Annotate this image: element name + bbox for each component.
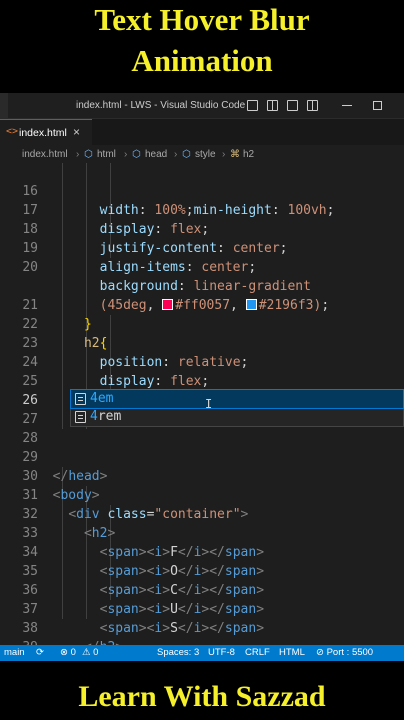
code-line: 23 position: relative; [22, 336, 249, 370]
status-port[interactable]: ⊘ Port : 5500 [316, 647, 373, 658]
banner-title-line1: Text Hover Blur [94, 2, 310, 37]
code-line: 29 </head> [22, 450, 108, 484]
suggestion-item-4rem[interactable]: 4rem [71, 408, 403, 426]
code-line: 21 } [22, 298, 92, 332]
code-line: 32 <h2> [22, 507, 116, 541]
suggestion-label: 4em [90, 391, 114, 406]
breadcrumb-item-h2[interactable]: h2 [243, 149, 254, 160]
code-line: 35 <span><i>C</i></span> [22, 564, 265, 598]
status-bar: main ⟳ ⊗ 0 ⚠ 0 Spaces: 3 UTF-8 CRLF HTML… [0, 645, 404, 661]
suggestion-widget: 4em 4rem [70, 389, 404, 427]
toggle-sidebar-icon[interactable] [247, 100, 258, 111]
customize-layout-icon[interactable] [307, 100, 318, 111]
code-line: 17 display: flex; [22, 203, 210, 237]
code-line: (45deg, #ff0057, #2196f3); [99, 298, 330, 313]
tab-index-html[interactable]: <> index.html × [0, 119, 92, 145]
code-line: 30 <body> [22, 469, 100, 503]
code-line: 20 background: linear-gradient [22, 260, 311, 294]
chevron-right-icon: › [124, 149, 128, 160]
breadcrumb-item-head[interactable]: head [145, 149, 167, 160]
mouse-ibeam-icon: I [205, 397, 213, 411]
element-icon: ⬡ [84, 149, 93, 160]
code-line: 18 justify-content: center; [22, 222, 288, 256]
status-spaces[interactable]: Spaces: 3 [157, 647, 199, 658]
status-eol[interactable]: CRLF [245, 647, 270, 658]
breadcrumb-item-file[interactable]: index.html [22, 149, 68, 160]
status-encoding[interactable]: UTF-8 [208, 647, 235, 658]
breadcrumb-item-html[interactable]: html [97, 149, 116, 160]
code-line: 16 width: 100%;min-height: 100vh; [22, 184, 335, 218]
status-branch[interactable]: main [4, 647, 25, 658]
banner-title-line2: Animation [131, 43, 273, 78]
window-title: index.html - LWS - Visual Studio Code [76, 100, 246, 111]
code-line: 19 align-items: center; [22, 241, 257, 275]
code-line: 33 <span><i>F</i></span> [22, 526, 265, 560]
code-line: 31 <div class="container"> [22, 488, 249, 522]
toggle-panel-icon[interactable] [267, 100, 278, 111]
element-icon: ⬡ [132, 149, 141, 160]
html-file-icon: <> [6, 126, 19, 137]
status-errors[interactable]: ⊗ 0 [60, 647, 76, 658]
code-line: 24 display: flex; [22, 355, 210, 389]
suggestion-item-4em[interactable]: 4em [70, 389, 404, 409]
tab-bar: <> index.html × [0, 119, 404, 145]
code-line: 37 <span><i>S</i></span> [22, 602, 265, 636]
code-line: 34 <span><i>O</i></span> [22, 545, 265, 579]
status-language[interactable]: HTML [279, 647, 305, 658]
element-icon: ⬡ [182, 149, 191, 160]
breadcrumb-item-style[interactable]: style [195, 149, 216, 160]
status-warnings[interactable]: ⚠ 0 [82, 647, 98, 658]
breadcrumb: index.html › ⬡ html › ⬡ head › ⬡ style ›… [0, 145, 404, 165]
code-line: 25 gap: 25px; [22, 374, 178, 408]
sync-icon[interactable]: ⟳ [36, 647, 44, 658]
code-line: 36 <span><i>U</i></span> [22, 583, 265, 617]
code-line: 39 </div> [0, 619, 404, 661]
value-icon [75, 411, 86, 423]
tab-label: index.html [19, 127, 67, 139]
code-line: 22 h2{ [22, 317, 108, 351]
selector-icon: ⌘ [230, 149, 240, 160]
chevron-right-icon: › [76, 149, 80, 160]
toggle-secondary-sidebar-icon[interactable] [287, 100, 298, 111]
chevron-right-icon: › [222, 149, 226, 160]
suggestion-label: 4rem [90, 409, 122, 424]
chevron-right-icon: › [174, 149, 178, 160]
title-bar: index.html - LWS - Visual Studio Code [0, 93, 404, 119]
value-icon [75, 393, 86, 405]
menu-edge [0, 93, 8, 119]
close-icon[interactable]: × [73, 125, 80, 139]
minimize-icon[interactable] [342, 105, 352, 106]
banner-footer: Learn With Sazzad [78, 680, 326, 713]
maximize-icon[interactable] [373, 101, 382, 110]
code-line: 38 </h2> [22, 621, 123, 655]
vscode-editor-window: index.html - LWS - Visual Studio Code <>… [0, 93, 404, 661]
